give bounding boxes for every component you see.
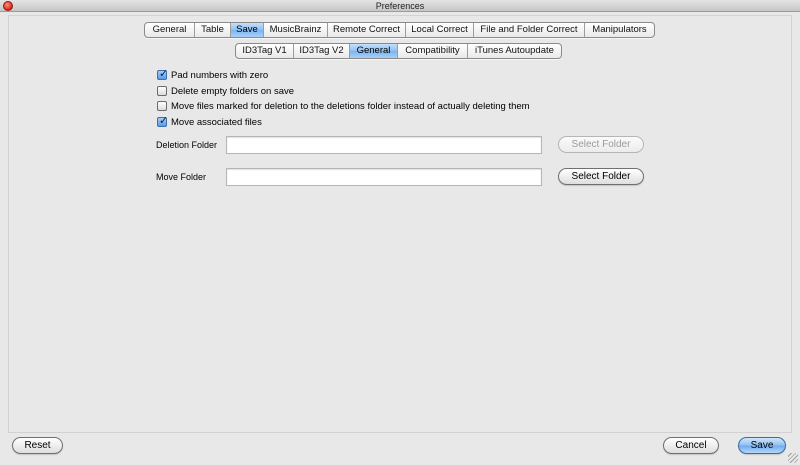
title-bar: Preferences xyxy=(0,0,800,12)
deletion-folder-input[interactable] xyxy=(226,136,542,154)
move-associated-files-checkbox[interactable]: ✓ xyxy=(157,115,169,127)
tab-remote-correct[interactable]: Remote Correct xyxy=(328,23,406,37)
preferences-panel xyxy=(8,15,792,433)
checkmark-icon: ✓ xyxy=(159,68,169,80)
move-associated-files-label: Move associated files xyxy=(171,116,262,128)
subtab-id3tag-v2[interactable]: ID3Tag V2 xyxy=(294,44,350,58)
option-pad-numbers[interactable]: ✓ Pad numbers with zero xyxy=(157,68,269,81)
tab-save[interactable]: Save xyxy=(231,23,264,37)
tab-manipulators[interactable]: Manipulators xyxy=(585,23,654,37)
tab-general[interactable]: General xyxy=(145,23,195,37)
move-to-deletions-label: Move files marked for deletion to the de… xyxy=(171,100,530,112)
save-button[interactable]: Save xyxy=(738,437,786,454)
deletion-folder-label: Deletion Folder xyxy=(156,140,218,150)
resize-grip[interactable] xyxy=(788,453,798,463)
sub-tab-bar: ID3Tag V1 ID3Tag V2 General Compatibilit… xyxy=(235,43,562,59)
tab-file-and-folder-correct[interactable]: File and Folder Correct xyxy=(474,23,585,37)
option-move-to-deletions-folder[interactable]: Move files marked for deletion to the de… xyxy=(157,100,530,112)
deletion-folder-select-button[interactable]: Select Folder xyxy=(558,136,644,153)
checkmark-icon: ✓ xyxy=(159,115,169,127)
window-title: Preferences xyxy=(375,1,425,11)
main-tab-bar: General Table Save MusicBrainz Remote Co… xyxy=(144,22,655,38)
reset-button[interactable]: Reset xyxy=(12,437,63,454)
tab-table[interactable]: Table xyxy=(195,23,231,37)
subtab-itunes-autoupdate[interactable]: iTunes Autoupdate xyxy=(468,44,561,58)
tab-local-correct[interactable]: Local Correct xyxy=(406,23,474,37)
move-folder-label: Move Folder xyxy=(156,172,207,182)
option-delete-empty-folders[interactable]: Delete empty folders on save xyxy=(157,85,294,97)
subtab-general[interactable]: General xyxy=(350,44,398,58)
subtab-id3tag-v1[interactable]: ID3Tag V1 xyxy=(236,44,294,58)
pad-numbers-checkbox[interactable]: ✓ xyxy=(157,68,169,80)
tab-musicbrainz[interactable]: MusicBrainz xyxy=(264,23,328,37)
option-move-associated-files[interactable]: ✓ Move associated files xyxy=(157,115,262,128)
move-folder-input[interactable] xyxy=(226,168,542,186)
cancel-button[interactable]: Cancel xyxy=(663,437,719,454)
move-folder-select-button[interactable]: Select Folder xyxy=(558,168,644,185)
pad-numbers-label: Pad numbers with zero xyxy=(171,69,269,81)
subtab-compatibility[interactable]: Compatibility xyxy=(398,44,468,58)
delete-empty-folders-label: Delete empty folders on save xyxy=(171,85,295,97)
delete-empty-folders-checkbox[interactable] xyxy=(157,86,167,96)
move-to-deletions-checkbox[interactable] xyxy=(157,101,167,111)
